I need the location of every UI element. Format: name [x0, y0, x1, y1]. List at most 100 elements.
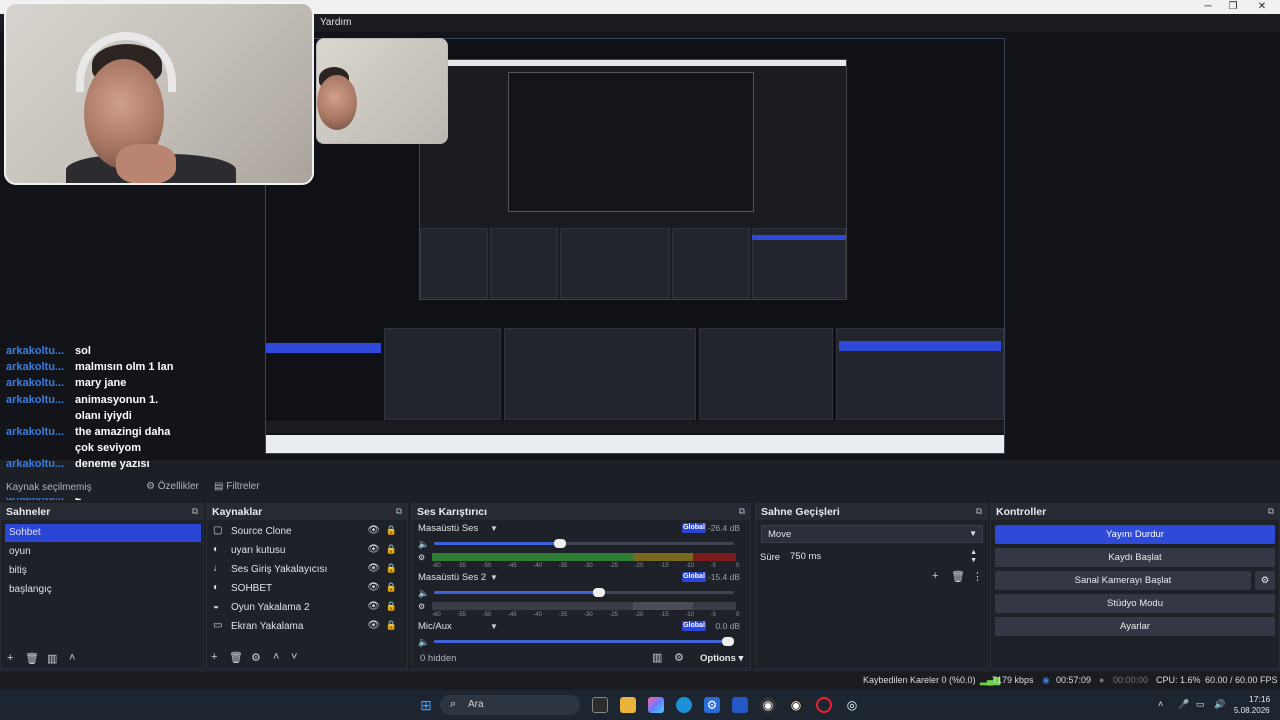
eye-icon[interactable]: 👁	[367, 563, 380, 574]
clock-time[interactable]: 17:16	[1249, 694, 1270, 704]
fader-knob[interactable]	[554, 539, 566, 548]
gear-icon[interactable]: ⚙	[1255, 571, 1275, 590]
maximize-button[interactable]: ❐	[1221, 0, 1245, 14]
volume-icon[interactable]: 🔊	[1214, 699, 1225, 710]
volume-fader[interactable]	[434, 539, 734, 548]
scene-item-baslangic[interactable]: başlangıç	[5, 581, 201, 599]
source-row[interactable]: ◒ Oyun Yakalama 2 👁 🔒	[207, 598, 407, 617]
stop-stream-button[interactable]: Yayını Durdur	[995, 525, 1275, 544]
controls-dock: Kontroller ⧉ Yayını Durdur Kaydı Başlat S…	[990, 503, 1280, 669]
studio-mode-button[interactable]: Stüdyo Modu	[995, 594, 1275, 613]
lock-icon[interactable]: 🔒	[386, 620, 397, 631]
taskbar-search[interactable]: ⌕ Ara	[440, 695, 580, 715]
track-name: Masaüstü Ses 2	[418, 572, 487, 583]
tick-label: -10	[685, 563, 694, 569]
track-name: Mic/Aux	[418, 621, 452, 632]
track-menu-icon[interactable]: ▼	[490, 573, 498, 582]
clock-date[interactable]: 5.08.2026	[1234, 706, 1270, 715]
source-row[interactable]: ◐ SOHBET 👁 🔒	[207, 579, 407, 598]
settings-app-icon[interactable]: ⚙	[704, 697, 720, 713]
eye-icon[interactable]: 👁	[367, 544, 380, 555]
source-row[interactable]: ▢ Source Clone 👁 🔒	[207, 522, 407, 541]
obs-icon-2[interactable]: ◉	[788, 697, 804, 713]
lock-icon[interactable]: 🔒	[386, 563, 397, 574]
record-icon: ●	[1099, 675, 1105, 685]
scene-item-sohbet[interactable]: Sohbet	[5, 524, 201, 542]
popout-icon[interactable]: ⧉	[192, 506, 198, 517]
source-row[interactable]: ♩ Ses Giriş Yakalayıcısı 👁 🔒	[207, 560, 407, 579]
settings-button[interactable]: Ayarlar	[995, 617, 1275, 636]
popout-icon[interactable]: ⧉	[396, 506, 402, 517]
options-button[interactable]: Options ▾	[700, 653, 743, 664]
move-down-icon[interactable]: ˅	[291, 651, 297, 663]
fader-knob[interactable]	[593, 588, 605, 597]
transition-menu-icon[interactable]: ⋮	[972, 570, 983, 583]
speaker-icon[interactable]: 🔈	[418, 637, 429, 648]
store-icon[interactable]	[732, 697, 748, 713]
popout-icon[interactable]: ⧉	[976, 506, 982, 517]
tick-label: -45	[508, 612, 517, 618]
eye-icon[interactable]: 👁	[367, 525, 380, 536]
source-row[interactable]: ◐ uyarı kutusu 👁 🔒	[207, 541, 407, 560]
scene-up-icon[interactable]: ˄	[69, 652, 75, 664]
layout-icon[interactable]: ▥	[652, 651, 662, 664]
lock-icon[interactable]: 🔒	[386, 582, 397, 593]
remove-transition-button[interactable]: 🗑	[951, 570, 965, 583]
menu-help[interactable]: Yardım	[320, 17, 352, 28]
duration-input[interactable]: 750 ms ▲ ▼	[784, 548, 982, 566]
start-record-button[interactable]: Kaydı Başlat	[995, 548, 1275, 567]
audio-settings-icon[interactable]: ⚙	[418, 553, 425, 562]
scene-item-bitis[interactable]: bitiş	[5, 562, 201, 580]
fader-knob[interactable]	[722, 637, 734, 646]
audio-settings-icon[interactable]: ⚙	[418, 602, 425, 611]
db-value: -26.4 dB	[707, 523, 740, 533]
network-icon[interactable]: ▭	[1196, 699, 1205, 710]
volume-fader[interactable]	[434, 637, 734, 646]
edge-icon[interactable]	[676, 697, 692, 713]
advanced-audio-icon[interactable]: ⚙	[674, 651, 684, 664]
spinner-icon[interactable]: ▲ ▼	[970, 549, 977, 565]
transition-select[interactable]: Move ▼	[761, 525, 983, 543]
speaker-icon[interactable]: 🔈	[418, 588, 429, 599]
lock-icon[interactable]: 🔒	[386, 525, 397, 536]
tick-label: -25	[609, 563, 618, 569]
add-scene-button[interactable]: +	[7, 652, 13, 664]
tray-chevron-icon[interactable]: ˄	[1158, 699, 1163, 709]
copilot-icon[interactable]	[648, 697, 664, 713]
remove-scene-button[interactable]: 🗑	[25, 652, 39, 665]
lock-icon[interactable]: 🔒	[386, 601, 397, 612]
taskview-icon[interactable]	[592, 697, 608, 713]
popout-icon[interactable]: ⧉	[1268, 506, 1274, 517]
obs-icon[interactable]: ◉	[760, 697, 776, 713]
opera-icon[interactable]	[816, 697, 832, 713]
eye-icon[interactable]: 👁	[367, 620, 380, 631]
scene-item-oyun[interactable]: oyun	[5, 543, 201, 561]
source-row[interactable]: ▭ Ekran Yakalama 👁 🔒	[207, 617, 407, 636]
track-menu-icon[interactable]: ▼	[490, 622, 498, 631]
file-explorer-icon[interactable]	[620, 697, 636, 713]
minimize-button[interactable]: ─	[1196, 0, 1220, 14]
remove-source-button[interactable]: 🗑	[229, 651, 243, 664]
popout-icon[interactable]: ⧉	[739, 506, 745, 517]
eye-icon[interactable]: 👁	[367, 601, 380, 612]
speaker-icon[interactable]: 🔈	[418, 539, 429, 550]
mic-tray-icon[interactable]: 🎤	[1178, 699, 1189, 710]
close-button[interactable]: ✕	[1250, 0, 1274, 14]
track-menu-icon[interactable]: ▼	[490, 524, 498, 533]
windows-start-icon[interactable]: ⊞	[418, 697, 434, 713]
properties-button[interactable]: ⚙ Özellikler	[146, 481, 199, 492]
lock-icon[interactable]: 🔒	[386, 544, 397, 555]
tick-label: -60	[432, 563, 441, 569]
volume-fader[interactable]	[434, 588, 734, 597]
add-source-button[interactable]: +	[211, 651, 217, 663]
scene-filter-icon[interactable]: ▥	[47, 652, 57, 665]
filters-button[interactable]: ▤ Filtreler	[214, 481, 260, 492]
move-up-icon[interactable]: ˄	[273, 651, 279, 663]
stream-icon: ◉	[1042, 675, 1050, 685]
meter-segment	[632, 602, 694, 610]
source-settings-icon[interactable]: ⚙	[251, 651, 261, 664]
virtual-camera-button[interactable]: Sanal Kamerayı Başlat	[995, 571, 1251, 590]
add-transition-button[interactable]: +	[932, 570, 938, 582]
eye-icon[interactable]: 👁	[367, 582, 380, 593]
steam-icon[interactable]: ◎	[844, 697, 860, 713]
